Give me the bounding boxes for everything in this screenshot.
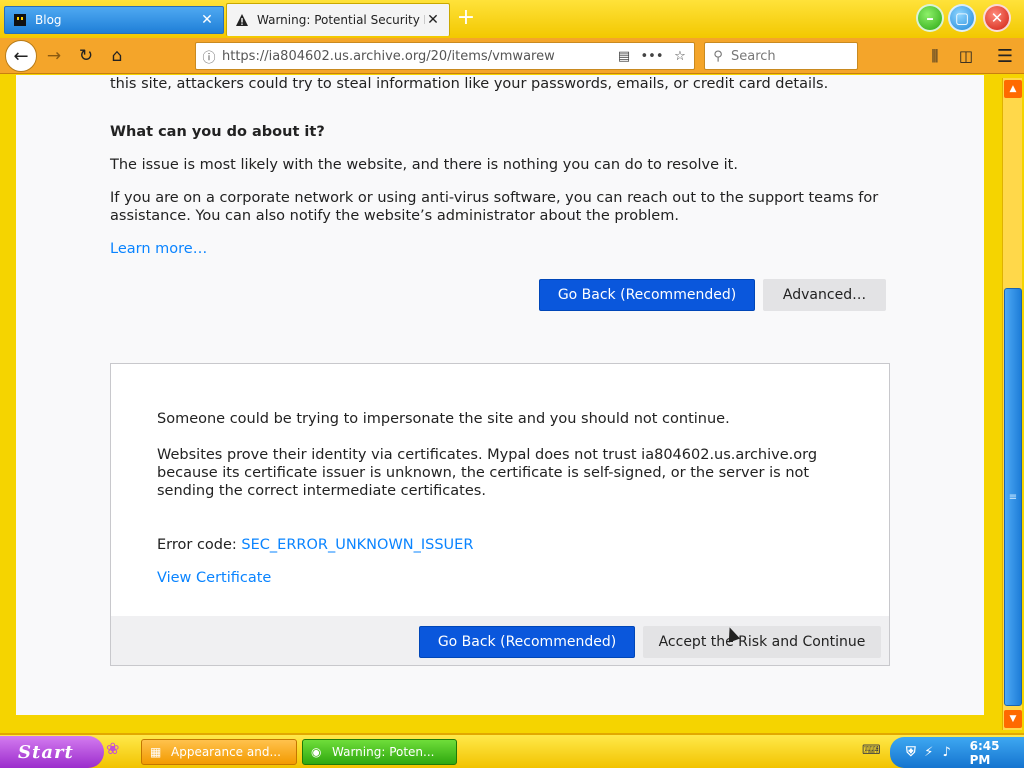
network-icon[interactable]: ⚡ — [920, 745, 938, 760]
volume-icon[interactable]: ♪ — [938, 745, 956, 760]
tab-label: Blog — [35, 13, 62, 27]
shield-icon[interactable]: ⛨ — [902, 745, 920, 760]
back-button[interactable]: ← — [5, 40, 37, 72]
reload-button[interactable]: ↻ — [72, 42, 100, 70]
clock[interactable]: 6:45 PM — [970, 739, 1024, 767]
system-tray: ⛨ ⚡ ♪ 6:45 PM — [890, 737, 1024, 768]
intro-text: this site, attackers could try to steal … — [110, 76, 829, 92]
url-bar[interactable]: ⓘ https://ia804602.us.archive.org/20/ite… — [195, 42, 695, 70]
sidebar-icon[interactable]: ◫ — [953, 42, 979, 70]
url-text[interactable]: https://ia804602.us.archive.org/20/items… — [222, 49, 610, 64]
scroll-up-arrow-icon[interactable]: ▲ — [1004, 80, 1022, 98]
accept-risk-button[interactable]: Accept the Risk and Continue — [643, 626, 881, 658]
maximize-button[interactable]: ▢ — [948, 4, 976, 32]
warning-icon — [235, 13, 249, 27]
corporate-text: If you are on a corporate network or usi… — [110, 190, 879, 224]
taskbar-item-label: Warning: Poten... — [332, 745, 435, 759]
learn-more-link[interactable]: Learn more… — [110, 240, 207, 258]
info-icon[interactable]: ⓘ — [196, 47, 222, 66]
home-button[interactable]: ⌂ — [103, 42, 131, 70]
advanced-panel-footer: Go Back (Recommended) Accept the Risk an… — [111, 616, 889, 665]
home-icon: ⌂ — [111, 46, 123, 66]
new-tab-button[interactable]: + — [454, 7, 478, 30]
more-actions-icon[interactable]: ••• — [638, 49, 666, 64]
arrow-left-icon: ← — [13, 45, 29, 67]
impersonate-text: Someone could be trying to impersonate t… — [157, 411, 730, 427]
scrollbar-thumb[interactable]: ≡ — [1004, 288, 1022, 706]
close-tab-icon[interactable]: ✕ — [199, 12, 215, 28]
tab-warning[interactable]: Warning: Potential Security Risk Ahead ✕ — [226, 3, 450, 36]
search-input[interactable]: ⚲ Search — [704, 42, 858, 70]
certificate-explanation: Websites prove their identity via certif… — [157, 447, 818, 499]
error-code-label: Error code: — [157, 537, 242, 553]
error-code-link[interactable]: SEC_ERROR_UNKNOWN_ISSUER — [241, 537, 473, 553]
start-decoration-icon: ❀ — [106, 739, 120, 758]
minimize-button[interactable]: – — [916, 4, 944, 32]
reload-icon: ↻ — [78, 46, 94, 66]
taskbar-item-warning[interactable]: ◉ Warning: Poten... — [302, 739, 457, 765]
taskbar-item-label: Appearance and... — [171, 745, 281, 759]
taskbar-item-appearance[interactable]: ▦ Appearance and... — [141, 739, 297, 765]
blog-favicon — [13, 13, 27, 27]
close-tab-icon[interactable]: ✕ — [425, 12, 441, 28]
reader-view-icon[interactable]: ▤ — [610, 49, 638, 64]
issue-text: The issue is most likely with the websit… — [110, 157, 738, 173]
library-icon[interactable]: ⫼ — [922, 42, 948, 70]
what-can-you-do-heading: What can you do about it? — [110, 124, 325, 140]
arrow-right-icon: → — [46, 46, 62, 66]
forward-button[interactable]: → — [40, 42, 68, 70]
view-certificate-link[interactable]: View Certificate — [157, 569, 271, 587]
keyboard-icon[interactable]: ⌨ — [862, 743, 881, 758]
go-back-recommended-button[interactable]: Go Back (Recommended) — [419, 626, 635, 658]
vertical-scrollbar[interactable]: ▲ ≡ ▼ — [1002, 78, 1022, 730]
tab-bar: Blog ✕ Warning: Potential Security Risk … — [0, 0, 1024, 38]
error-code-line: Error code: SEC_ERROR_UNKNOWN_ISSUER — [157, 536, 473, 554]
advanced-button[interactable]: Advanced… — [763, 279, 886, 311]
go-back-button[interactable]: Go Back (Recommended) — [539, 279, 755, 311]
search-icon: ⚲ — [713, 48, 723, 64]
browser-icon: ◉ — [311, 745, 322, 759]
close-window-button[interactable]: ✕ — [983, 4, 1011, 32]
page-content: this site, attackers could try to steal … — [16, 75, 984, 715]
start-button[interactable]: Start — [0, 736, 104, 768]
advanced-panel: Someone could be trying to impersonate t… — [110, 363, 890, 666]
tab-label: Warning: Potential Security Risk Ahead — [257, 13, 425, 27]
scroll-down-arrow-icon[interactable]: ▼ — [1004, 710, 1022, 728]
nav-bar: ← → ↻ ⌂ ⓘ https://ia804602.us.archive.or… — [0, 38, 1024, 74]
hamburger-menu-icon[interactable]: ☰ — [992, 42, 1018, 70]
control-panel-icon: ▦ — [150, 745, 162, 759]
search-placeholder: Search — [731, 48, 776, 64]
taskbar: Start ❀ ▦ Appearance and... ◉ Warning: P… — [0, 733, 1024, 768]
tab-blog[interactable]: Blog ✕ — [4, 6, 224, 34]
bookmark-star-icon[interactable]: ☆ — [666, 49, 694, 64]
